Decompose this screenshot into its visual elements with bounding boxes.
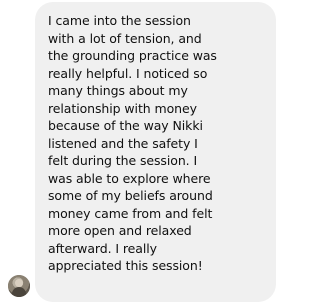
message-line: relationship with money [48,100,197,116]
avatar-photo-body [12,287,26,297]
message-line: more open and relaxed [48,223,192,238]
message-line: some of my beliefs around [48,188,213,203]
message-line: money came from and felt [48,205,213,221]
message-text: I came into the session with a lot of te… [48,12,268,275]
sender-avatar[interactable] [8,275,30,297]
message-bubble[interactable]: I came into the session with a lot of te… [35,2,276,302]
message-line: the grounding practice was [48,48,217,63]
message-line: was able to explore where [48,170,211,186]
message-line: really helpful. I noticed so [48,65,208,81]
chat-thread: I came into the session with a lot of te… [0,0,277,305]
message-line: afterward. I really [48,240,157,256]
message-line: many things about my [48,83,188,98]
message-line: felt during the session. I [48,153,198,168]
avatar-photo-head [15,279,23,287]
message-line: I came into the session [48,13,191,28]
message-line: appreciated this session! [48,258,203,273]
message-line: listened and the safety I [48,135,198,151]
message-line: because of the way Nikki [48,118,203,133]
message-line: with a lot of tension, and [48,30,202,46]
